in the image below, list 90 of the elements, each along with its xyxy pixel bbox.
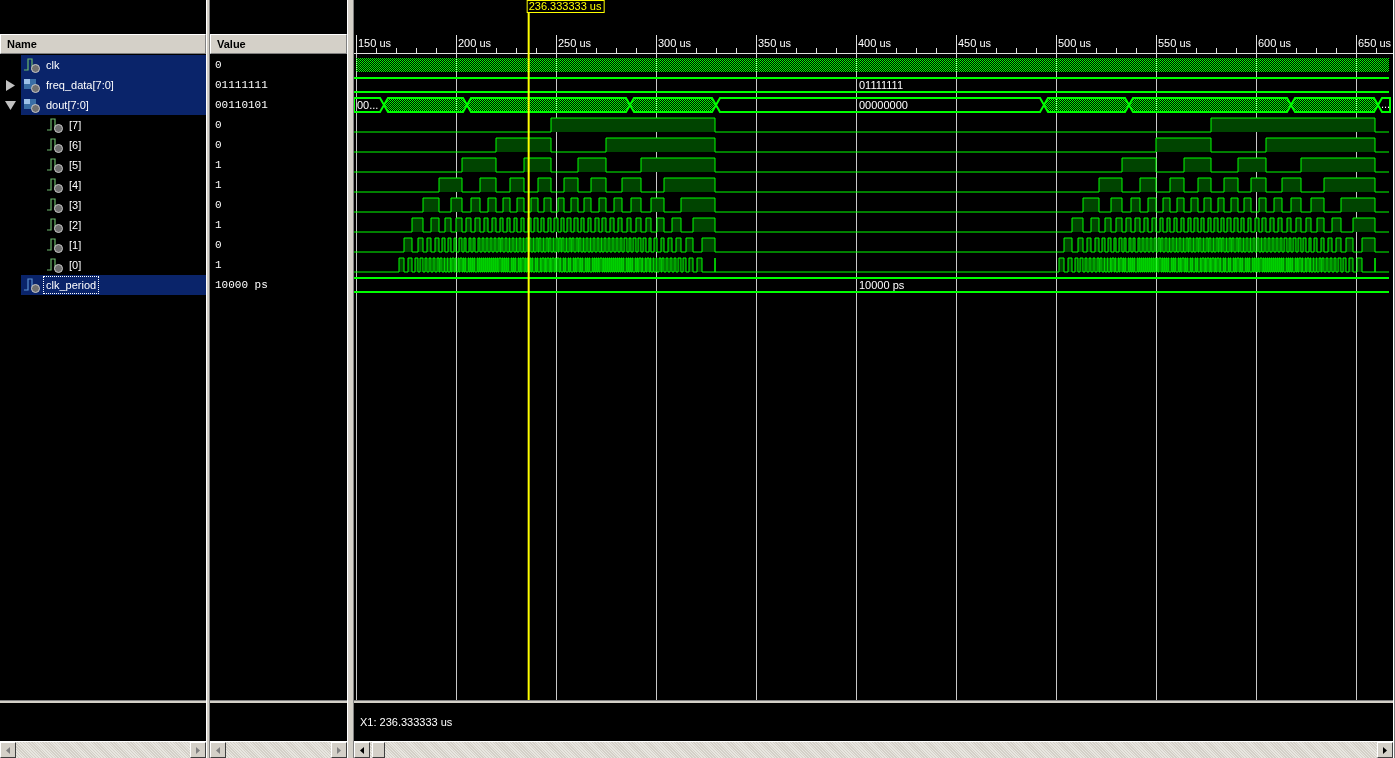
bus-value-label: 10000 ps <box>859 279 905 291</box>
signal-name: [7] <box>68 118 83 133</box>
signal-wave-icon <box>46 237 64 253</box>
ruler-label: 300 us <box>658 37 692 49</box>
signal-value: 1 <box>215 179 222 191</box>
signal-wave-icon <box>46 117 64 133</box>
signal-wave-icon <box>46 177 64 193</box>
bus-signal-icon <box>23 97 41 113</box>
ruler-label: 550 us <box>1158 37 1192 49</box>
constant-signal-icon <box>23 277 41 293</box>
signal-value: 0 <box>215 59 222 71</box>
signal-wave-icon <box>46 197 64 213</box>
bus-value-label: 00000000 <box>859 99 908 111</box>
ruler-label: 150 us <box>358 37 392 49</box>
signal-name: [6] <box>68 138 83 153</box>
pane-splitter[interactable] <box>206 0 210 758</box>
scroll-left-button[interactable] <box>210 742 226 758</box>
signal-row[interactable]: clk_period <box>21 275 206 295</box>
bus-signal-icon <box>23 77 41 93</box>
signal-wave-icon <box>46 157 64 173</box>
signal-row[interactable]: [3] <box>44 195 84 215</box>
ruler-label: 400 us <box>858 37 892 49</box>
signal-value: 1 <box>215 159 222 171</box>
signal-row[interactable]: [4] <box>44 175 84 195</box>
bus-value-label: 01111111 <box>859 79 904 91</box>
cursor-line[interactable] <box>527 12 530 700</box>
signal-name: [2] <box>68 218 83 233</box>
signal-value: 0 <box>215 119 222 131</box>
signal-wave-icon <box>46 217 64 233</box>
scroll-left-button[interactable] <box>0 742 16 758</box>
right-arrow-icon <box>196 746 200 754</box>
signal-wave-icon <box>46 137 64 153</box>
signal-row[interactable]: freq_data[7:0] <box>21 75 206 95</box>
pane-splitter[interactable] <box>347 0 354 758</box>
collapse-arrow-icon[interactable] <box>5 99 16 111</box>
signal-value: 0 <box>215 199 222 211</box>
column-header[interactable]: Value <box>210 34 347 54</box>
ruler-label: 250 us <box>558 37 592 49</box>
signal-value: 10000 ps <box>215 279 268 291</box>
signal-row[interactable]: [0] <box>44 255 84 275</box>
left-arrow-icon <box>360 746 364 754</box>
signal-name: [0] <box>68 258 83 273</box>
expand-arrow-icon[interactable] <box>5 79 16 91</box>
signal-row[interactable]: clk <box>21 55 206 75</box>
cursor-time-label: 236.333333 us <box>526 0 605 13</box>
scroll-right-button[interactable] <box>1377 742 1393 758</box>
signal-wave-icon <box>46 257 64 273</box>
scroll-right-button[interactable] <box>331 742 347 758</box>
signal-value: 00110101 <box>215 99 268 111</box>
signal-name: clk_period <box>44 277 99 293</box>
horizontal-scrollbar[interactable] <box>0 741 206 758</box>
horizontal-scrollbar[interactable] <box>354 741 1393 758</box>
bus-value-label: 00... <box>357 99 379 111</box>
bus-value-label: ... <box>1381 98 1391 110</box>
signal-name: [1] <box>68 238 83 253</box>
time-ruler[interactable] <box>354 34 1393 55</box>
signal-wave-icon <box>23 57 41 73</box>
scroll-left-button[interactable] <box>354 742 370 758</box>
column-header[interactable]: Name <box>0 34 206 54</box>
ruler-label: 350 us <box>758 37 792 49</box>
signal-value: 0 <box>215 139 222 151</box>
ruler-label: 500 us <box>1058 37 1092 49</box>
signal-name: clk <box>45 58 61 73</box>
scrollbar-thumb[interactable] <box>372 742 385 758</box>
signal-name: freq_data[7:0] <box>45 78 115 93</box>
signal-value: 1 <box>215 259 222 271</box>
signal-name: [3] <box>68 198 83 213</box>
ruler-label: 200 us <box>458 37 492 49</box>
horizontal-scrollbar[interactable] <box>210 741 347 758</box>
signal-row[interactable]: dout[7:0] <box>21 95 206 115</box>
scroll-right-button[interactable] <box>190 742 206 758</box>
right-arrow-icon <box>1383 746 1387 754</box>
ruler-label: 450 us <box>958 37 992 49</box>
left-arrow-icon <box>216 746 220 754</box>
ruler-label: 650 us <box>1358 37 1392 49</box>
signal-row[interactable]: [6] <box>44 135 84 155</box>
cursor-status: X1: 236.333333 us <box>360 716 453 728</box>
signal-row[interactable]: [2] <box>44 215 84 235</box>
signal-row[interactable]: [7] <box>44 115 84 135</box>
signal-value: 01111111 <box>215 79 268 91</box>
signal-value: 1 <box>215 219 222 231</box>
signal-row[interactable]: [5] <box>44 155 84 175</box>
signal-name: [4] <box>68 178 83 193</box>
signal-name: dout[7:0] <box>45 98 90 113</box>
ruler-label: 600 us <box>1258 37 1292 49</box>
right-arrow-icon <box>337 746 341 754</box>
signal-name: [5] <box>68 158 83 173</box>
signal-value: 0 <box>215 239 222 251</box>
left-arrow-icon <box>6 746 10 754</box>
signal-row[interactable]: [1] <box>44 235 84 255</box>
